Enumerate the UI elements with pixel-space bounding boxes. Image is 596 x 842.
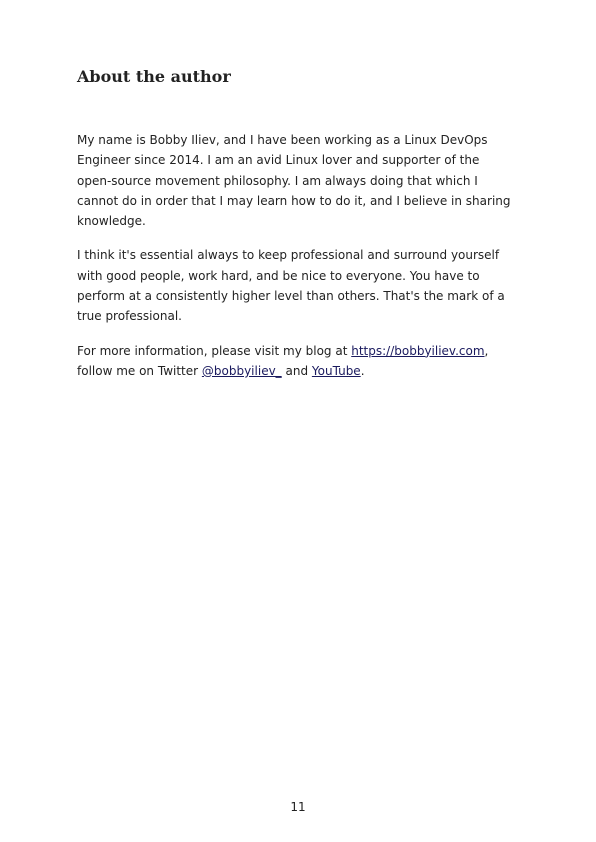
text-line: true professional. <box>77 309 182 324</box>
blog-link[interactable]: https://bobbyiliev.com <box>351 344 484 358</box>
text-line: open-source movement philosophy. I am al… <box>77 173 478 188</box>
text-line: My name is Bobby Iliev, and I have been … <box>77 133 488 147</box>
contact-text: and <box>281 363 312 378</box>
body-text: My name is Bobby Iliev, and I have been … <box>77 130 522 395</box>
page-number: 11 <box>290 800 306 814</box>
contact-text: . <box>360 363 365 378</box>
contact-text: , <box>484 343 489 358</box>
text-line: I think it's essential always to keep pr… <box>77 248 500 263</box>
text-line: cannot do in order that I may learn how … <box>77 193 511 208</box>
twitter-link[interactable]: @bobbyiliev_ <box>202 364 282 378</box>
contact-text: For more information, please visit my bl… <box>77 343 352 358</box>
text-line: Engineer since 2014. I am an avid Linux … <box>77 153 480 168</box>
youtube-link[interactable]: YouTube <box>312 364 361 378</box>
text-line: follow me on Twitter @bobbyiliev_ and Yo… <box>77 361 522 381</box>
contact-text: follow me on Twitter <box>77 363 202 378</box>
section-heading: About the author <box>77 67 231 86</box>
paragraph-intro: My name is Bobby Iliev, and I have been … <box>77 130 522 231</box>
text-line: For more information, please visit my bl… <box>77 341 522 361</box>
paragraph-contact: For more information, please visit my bl… <box>77 341 522 382</box>
text-line: perform at a consistently higher level t… <box>77 289 505 304</box>
text-line: knowledge. <box>77 214 146 229</box>
text-line: with good people, work hard, and be nice… <box>77 268 480 283</box>
paragraph-philosophy: I think it's essential always to keep pr… <box>77 245 522 326</box>
